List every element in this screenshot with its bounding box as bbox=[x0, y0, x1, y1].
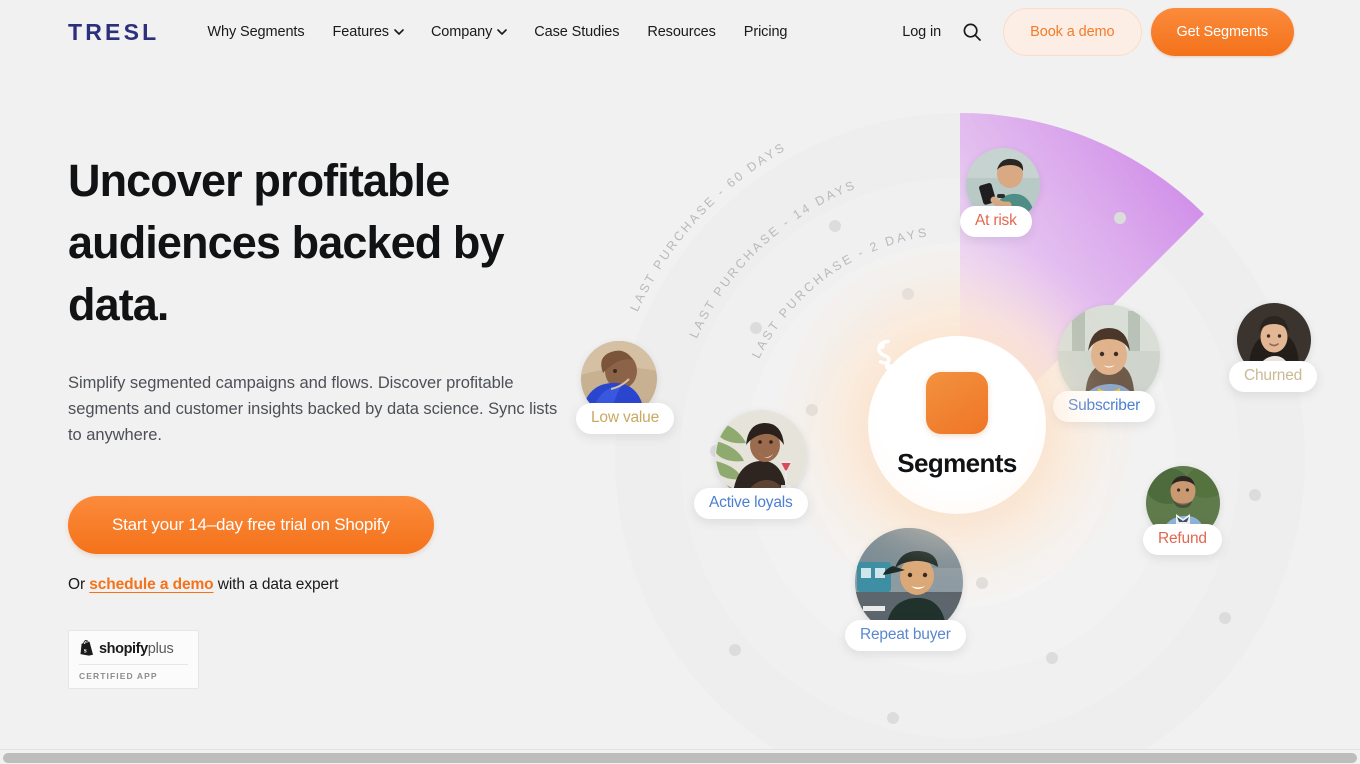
nav-item-company[interactable]: Company bbox=[417, 18, 520, 46]
title-line-2: audiences backed by bbox=[68, 217, 505, 268]
segment-pill-refund[interactable]: Refund bbox=[1143, 524, 1222, 555]
segment-node-subscriber[interactable]: Subscriber bbox=[1053, 305, 1160, 422]
segments-orbit-graphic: LAST PURCHASE - 60 DAYS LAST PURCHASE - … bbox=[560, 58, 1360, 758]
book-a-demo-button[interactable]: Book a demo bbox=[1003, 8, 1142, 56]
segment-pill-low-value[interactable]: Low value bbox=[576, 403, 674, 434]
nav-label: Resources bbox=[647, 24, 716, 40]
segments-center-label: Segments bbox=[897, 447, 1017, 478]
segment-pill-active-loyals[interactable]: Active loyals bbox=[694, 488, 808, 519]
scrollbar-thumb[interactable] bbox=[3, 753, 1357, 763]
segment-node-refund[interactable]: Refund bbox=[1143, 466, 1222, 555]
segment-pill-subscriber[interactable]: Subscriber bbox=[1053, 391, 1156, 422]
segment-pill-at-risk[interactable]: At risk bbox=[960, 206, 1032, 237]
segment-pill-churned[interactable]: Churned bbox=[1229, 361, 1318, 392]
login-link[interactable]: Log in bbox=[902, 24, 941, 40]
horizontal-scrollbar[interactable] bbox=[0, 749, 1360, 764]
schedule-a-demo-link[interactable]: schedule a demo bbox=[89, 576, 213, 593]
badge-divider bbox=[79, 664, 188, 665]
title-line-1: Uncover profitable bbox=[68, 155, 450, 206]
header-actions: Log in Book a demo Get Segments bbox=[902, 8, 1360, 56]
segment-node-at-risk[interactable]: At risk bbox=[960, 148, 1040, 237]
shopify-bag-icon: s bbox=[79, 640, 94, 657]
badge-brand-row: s shopifyplus bbox=[79, 640, 188, 657]
start-free-trial-button[interactable]: Start your 14–day free trial on Shopify bbox=[68, 496, 434, 554]
logo-tresl[interactable]: TRESL bbox=[68, 20, 159, 44]
segments-app-icon bbox=[877, 339, 988, 434]
segments-center-node: Segments bbox=[868, 336, 1046, 514]
page-root: TRESL Why Segments Features Company Case… bbox=[0, 0, 1360, 764]
svg-text:s: s bbox=[84, 646, 87, 654]
shopify-plus-certified-badge: s shopifyplus CERTIFIED APP bbox=[68, 630, 199, 689]
hero-subtitle: Simplify segmented campaigns and flows. … bbox=[68, 374, 558, 444]
badge-brand-label: shopifyplus bbox=[99, 640, 174, 657]
segment-node-low-value[interactable]: Low value bbox=[576, 341, 674, 434]
chevron-down-icon bbox=[394, 27, 404, 36]
segment-node-repeat-buyer[interactable]: Repeat buyer bbox=[845, 528, 966, 651]
demo-suffix: with a data expert bbox=[217, 576, 339, 593]
search-icon[interactable] bbox=[955, 15, 989, 49]
title-line-3: data. bbox=[68, 279, 169, 330]
schedule-demo-line: Or schedule a demo with a data expert bbox=[68, 576, 588, 594]
nav-item-pricing[interactable]: Pricing bbox=[730, 18, 802, 46]
nav-item-case-studies[interactable]: Case Studies bbox=[520, 18, 633, 46]
page-title: Uncover profitable audiences backed by d… bbox=[68, 150, 588, 336]
get-segments-button[interactable]: Get Segments bbox=[1150, 8, 1294, 56]
nav-label: Features bbox=[332, 24, 390, 40]
nav-label: Pricing bbox=[743, 24, 788, 40]
main-nav: Why Segments Features Company Case Studi… bbox=[193, 18, 801, 46]
nav-item-resources[interactable]: Resources bbox=[633, 18, 729, 46]
nav-label: Why Segments bbox=[207, 24, 305, 40]
nav-item-why-segments[interactable]: Why Segments bbox=[193, 18, 318, 46]
nav-item-features[interactable]: Features bbox=[319, 18, 417, 46]
demo-prefix: Or bbox=[68, 576, 86, 593]
hero-content: Uncover profitable audiences backed by d… bbox=[68, 150, 588, 689]
segment-node-churned[interactable]: Churned bbox=[1229, 303, 1318, 392]
nav-label: Case Studies bbox=[534, 24, 620, 40]
badge-certified-label: CERTIFIED APP bbox=[79, 671, 158, 681]
segment-node-active-loyals[interactable]: Active loyals bbox=[694, 410, 808, 519]
chevron-down-icon bbox=[497, 27, 508, 36]
nav-label: Company bbox=[430, 24, 493, 40]
segment-pill-repeat-buyer[interactable]: Repeat buyer bbox=[845, 620, 966, 651]
site-header: TRESL Why Segments Features Company Case… bbox=[0, 0, 1360, 64]
